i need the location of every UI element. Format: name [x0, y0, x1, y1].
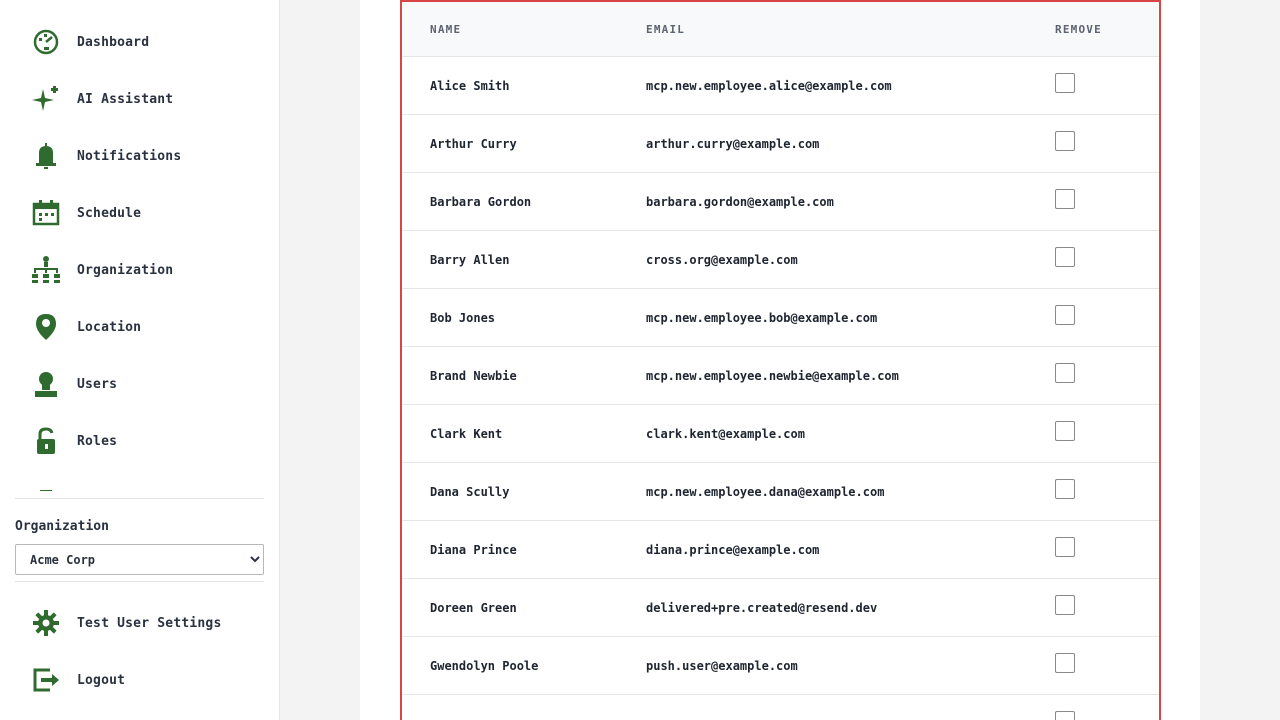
sidebar-item-users[interactable]: Users — [28, 364, 264, 404]
table-row — [402, 695, 1159, 720]
sidebar-item-label: Users — [77, 376, 118, 392]
user-email: arthur.curry@example.com — [646, 137, 820, 151]
table-row: Dana Scully mcp.new.employee.dana@exampl… — [402, 463, 1159, 521]
user-name: Arthur Curry — [430, 137, 517, 151]
gear-icon — [28, 605, 64, 641]
user-email: clark.kent@example.com — [646, 427, 805, 441]
user-name: Barry Allen — [430, 253, 510, 267]
remove-checkbox[interactable] — [1055, 653, 1075, 673]
user-email: delivered+pre.created@resend.dev — [646, 601, 878, 615]
user-email: mcp.new.employee.newbie@example.com — [646, 369, 899, 383]
remove-checkbox[interactable] — [1055, 247, 1075, 267]
sidebar-divider — [15, 498, 264, 499]
sidebar-item-location[interactable]: Location — [28, 307, 264, 347]
user-email: mcp.new.employee.dana@example.com — [646, 485, 885, 499]
sidebar-item-label: Logout — [77, 672, 126, 688]
column-header-remove: Remove — [1055, 23, 1102, 36]
remove-checkbox[interactable] — [1055, 537, 1075, 557]
sidebar-item-more[interactable] — [28, 478, 264, 491]
lock-icon — [28, 423, 64, 459]
user-icon — [28, 366, 64, 402]
user-name: Dana Scully — [430, 485, 510, 499]
sidebar-item-label: Test User Settings — [77, 615, 222, 631]
table-row: Barry Allen cross.org@example.com — [402, 231, 1159, 289]
user-email: mcp.new.employee.alice@example.com — [646, 79, 892, 93]
sparkle-icon — [28, 81, 64, 117]
sidebar: Dashboard AI Assistant Notifications Sch… — [0, 0, 280, 720]
sidebar-item-logout[interactable]: Logout — [28, 660, 264, 700]
sidebar-item-dashboard[interactable]: Dashboard — [28, 22, 264, 62]
table-row: Gwendolyn Poole push.user@example.com — [402, 637, 1159, 695]
column-header-email[interactable]: Email — [646, 23, 685, 36]
user-name: Bob Jones — [430, 311, 496, 325]
table-row: Barbara Gordon barbara.gordon@example.co… — [402, 173, 1159, 231]
sidebar-item-roles[interactable]: Roles — [28, 421, 264, 461]
remove-checkbox[interactable] — [1055, 189, 1075, 209]
calendar-icon — [28, 195, 64, 231]
user-email: push.user@example.com — [646, 659, 798, 673]
sidebar-item-label: AI Assistant — [77, 91, 174, 107]
remove-checkbox[interactable] — [1055, 711, 1075, 720]
user-name: Brand Newbie — [430, 369, 517, 383]
sidebar-item-label: Notifications — [77, 148, 182, 164]
users-table: Name Email Remove Alice Smith mcp.new.em… — [400, 0, 1161, 720]
user-email: barbara.gordon@example.com — [646, 195, 834, 209]
user-name: Doreen Green — [430, 601, 517, 615]
sidebar-item-label: Organization — [77, 262, 174, 278]
sidebar-divider — [15, 581, 264, 582]
organization-select[interactable]: Acme Corp — [15, 544, 264, 575]
user-name: Gwendolyn Poole — [430, 659, 539, 673]
user-name: Clark Kent — [430, 427, 503, 441]
remove-checkbox[interactable] — [1055, 73, 1075, 93]
sidebar-item-label: Roles — [77, 433, 118, 449]
user-name: Alice Smith — [430, 79, 510, 93]
partial-icon — [28, 480, 64, 491]
table-row: Arthur Curry arthur.curry@example.com — [402, 115, 1159, 173]
organization-label: Organization — [15, 519, 109, 534]
column-header-name[interactable]: Name — [430, 23, 461, 36]
remove-checkbox[interactable] — [1055, 131, 1075, 151]
sidebar-item-organization[interactable]: Organization — [28, 250, 264, 290]
remove-checkbox[interactable] — [1055, 363, 1075, 383]
user-name: Diana Prince — [430, 543, 517, 557]
logout-icon — [28, 662, 64, 698]
user-email: diana.prince@example.com — [646, 543, 820, 557]
sidebar-item-label: Schedule — [77, 205, 142, 221]
table-header: Name Email Remove — [402, 2, 1159, 57]
sidebar-item-ai-assistant[interactable]: AI Assistant — [28, 79, 264, 119]
sidebar-item-test-user-settings[interactable]: Test User Settings — [28, 603, 264, 643]
sidebar-item-schedule[interactable]: Schedule — [28, 193, 264, 233]
table-row: Alice Smith mcp.new.employee.alice@examp… — [402, 57, 1159, 115]
table-row: Doreen Green delivered+pre.created@resen… — [402, 579, 1159, 637]
user-email: mcp.new.employee.bob@example.com — [646, 311, 878, 325]
remove-checkbox[interactable] — [1055, 595, 1075, 615]
remove-checkbox[interactable] — [1055, 421, 1075, 441]
remove-checkbox[interactable] — [1055, 479, 1075, 499]
sidebar-item-notifications[interactable]: Notifications — [28, 136, 264, 176]
table-row: Clark Kent clark.kent@example.com — [402, 405, 1159, 463]
bell-icon — [28, 138, 64, 174]
dashboard-icon — [28, 24, 64, 60]
user-email: cross.org@example.com — [646, 253, 798, 267]
sidebar-item-label: Location — [77, 319, 142, 335]
table-row: Bob Jones mcp.new.employee.bob@example.c… — [402, 289, 1159, 347]
sidebar-nav: Dashboard AI Assistant Notifications Sch… — [0, 0, 279, 491]
sidebar-item-label: Dashboard — [77, 34, 150, 50]
map-pin-icon — [28, 309, 64, 345]
org-chart-icon — [28, 252, 64, 288]
user-name: Barbara Gordon — [430, 195, 532, 209]
remove-checkbox[interactable] — [1055, 305, 1075, 325]
table-row: Brand Newbie mcp.new.employee.newbie@exa… — [402, 347, 1159, 405]
table-row: Diana Prince diana.prince@example.com — [402, 521, 1159, 579]
